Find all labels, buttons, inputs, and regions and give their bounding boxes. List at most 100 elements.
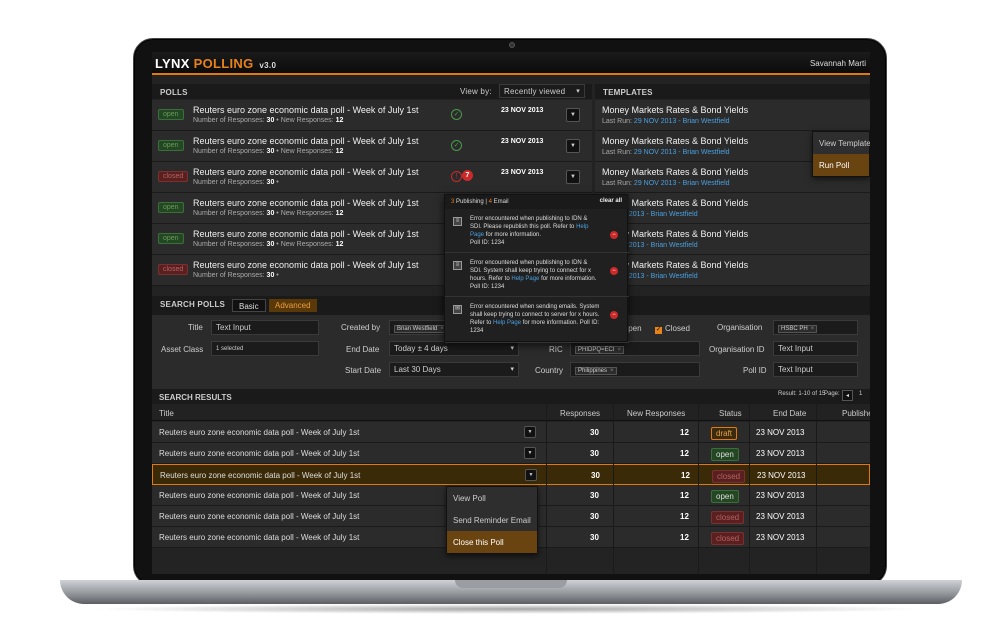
result-title[interactable]: Reuters euro zone economic data poll - W… — [159, 512, 359, 521]
end-date-select[interactable]: Today ± 4 days — [389, 341, 519, 356]
tab-basic[interactable]: Basic — [232, 299, 266, 312]
status-badge: closed — [158, 171, 189, 182]
country-chip[interactable]: Philippines × — [575, 367, 617, 375]
poll-title[interactable]: Reuters euro zone economic data poll - W… — [193, 105, 418, 115]
view-by-select[interactable]: Recently viewed — [499, 84, 585, 98]
poll-title[interactable]: Reuters euro zone economic data poll - W… — [193, 198, 418, 208]
result-title[interactable]: Reuters euro zone economic data poll - W… — [159, 533, 359, 542]
last-run-user[interactable]: Brian Westfield — [651, 273, 698, 280]
poll-title[interactable]: Reuters euro zone economic data poll - W… — [193, 260, 418, 270]
row-menu-button[interactable]: ▼ — [566, 170, 580, 184]
error-count-badge[interactable]: 7 — [462, 170, 473, 181]
row-menu-button[interactable]: ▼ — [566, 108, 580, 122]
start-date-select[interactable]: Last 30 Days — [389, 362, 519, 377]
col-responses[interactable]: Responses — [560, 409, 600, 418]
menu-view-poll[interactable]: View Poll — [447, 487, 537, 509]
template-title[interactable]: Money Markets Rates & Bond Yields — [602, 167, 748, 177]
poll-subtitle: Number of Responses: 30 • New Responses:… — [193, 148, 344, 155]
poll-id-input[interactable]: Text Input — [773, 362, 858, 377]
poll-row[interactable]: open Reuters euro zone economic data pol… — [152, 100, 592, 131]
row-menu-button[interactable]: ▼ — [525, 469, 537, 481]
template-row[interactable]: Money Markets Rates & Bond Yields 29 NOV… — [595, 224, 870, 255]
result-title[interactable]: Reuters euro zone economic data poll - W… — [160, 471, 360, 480]
asset-class-input[interactable]: 1 selected — [211, 341, 319, 356]
last-run-user[interactable]: Brian Westfield — [683, 149, 730, 156]
row-menu-button[interactable]: ▼ — [566, 139, 580, 153]
title-input[interactable]: Text Input — [211, 320, 319, 335]
dismiss-icon[interactable]: − — [610, 311, 618, 319]
notification-message: Error encountered when publishing to IDN… — [470, 216, 588, 230]
last-run-user[interactable]: Brian Westfield — [651, 211, 698, 218]
error-icon[interactable]: ! — [451, 171, 462, 182]
chip-close-icon[interactable]: × — [618, 347, 622, 353]
chip-close-icon[interactable]: × — [811, 326, 815, 332]
row-menu-button[interactable]: ▼ — [524, 426, 536, 438]
email-count: 4 — [488, 199, 492, 205]
result-end-date: 23 NOV 2013 — [756, 491, 805, 500]
menu-view-template[interactable]: View Template — [813, 132, 870, 154]
poll-title[interactable]: Reuters euro zone economic data poll - W… — [193, 136, 418, 146]
template-row[interactable]: Money Markets Rates & Bond Yields 29 NOV… — [595, 255, 870, 286]
page-number[interactable]: 1 — [859, 391, 862, 397]
result-title[interactable]: Reuters euro zone economic data poll - W… — [159, 491, 359, 500]
created-by-chip[interactable]: Brian Westfield × — [394, 325, 447, 333]
status-badge: closed — [711, 511, 745, 524]
template-context-menu: View Template Run Poll — [812, 131, 870, 177]
poll-title[interactable]: Reuters euro zone economic data poll - W… — [193, 167, 418, 177]
laptop-base — [60, 580, 962, 604]
checkbox-checked-icon[interactable]: ✓ — [655, 327, 662, 334]
organisation-input[interactable]: HSBC PH × — [773, 320, 858, 335]
chip-close-icon[interactable]: × — [610, 368, 614, 374]
table-row[interactable]: Reuters euro zone economic data poll - W… — [152, 443, 870, 464]
help-page-link[interactable]: Help Page — [493, 320, 521, 326]
menu-send-reminder[interactable]: Send Reminder Email — [447, 509, 537, 531]
table-row[interactable]: Reuters euro zone economic data poll - W… — [152, 464, 870, 485]
responses-count: 30 — [266, 241, 275, 248]
poll-subtitle: Number of Responses: 30 • New Responses:… — [193, 241, 344, 248]
email-label[interactable]: Email — [494, 199, 509, 205]
last-run-user[interactable]: Brian Westfield — [683, 180, 730, 187]
created-by-chip-text: Brian Westfield — [397, 326, 438, 332]
clear-all-link[interactable]: clear all — [600, 198, 622, 204]
row-menu-button[interactable]: ▼ — [524, 447, 536, 459]
organisation-chip[interactable]: HSBC PH × — [778, 325, 818, 333]
poll-title[interactable]: Reuters euro zone economic data poll - W… — [193, 229, 418, 239]
dismiss-icon[interactable]: − — [610, 267, 618, 275]
status-badge: open — [711, 448, 739, 461]
template-row[interactable]: Money Markets Rates & Bond Yields Last R… — [595, 100, 870, 131]
publishing-label[interactable]: Publishing — [456, 199, 484, 205]
last-run-user[interactable]: Brian Westfield — [651, 242, 698, 249]
template-title[interactable]: Money Markets Rates & Bond Yields — [602, 136, 748, 146]
responses-label: Number of Responses: — [193, 117, 265, 124]
col-end-date[interactable]: End Date — [773, 409, 806, 418]
responses-label: Number of Responses: — [193, 272, 265, 279]
col-new-responses[interactable]: New Responses — [627, 409, 685, 418]
country-input[interactable]: Philippines × — [570, 362, 700, 377]
poll-row[interactable]: open Reuters euro zone economic data pol… — [152, 131, 592, 162]
col-published[interactable]: Published O — [842, 409, 870, 418]
ric-chip[interactable]: PHIDPQ=ECI × — [575, 346, 625, 354]
organisation-id-input[interactable]: Text Input — [773, 341, 858, 356]
poll-row[interactable]: closed Reuters euro zone economic data p… — [152, 162, 592, 193]
country-chip-text: Philippines — [578, 368, 608, 374]
menu-run-poll[interactable]: Run Poll — [813, 154, 869, 176]
col-title[interactable]: Title — [159, 409, 174, 418]
help-page-link[interactable]: Help Page — [511, 276, 539, 282]
tab-advanced[interactable]: Advanced — [269, 299, 317, 312]
result-title[interactable]: Reuters euro zone economic data poll - W… — [159, 449, 359, 458]
last-run-user[interactable]: Brian Westfield — [683, 118, 730, 125]
app-logo[interactable]: LYNX POLLING v3.0 — [155, 56, 276, 71]
table-row[interactable]: Reuters euro zone economic data poll - W… — [152, 422, 870, 443]
prev-page-icon[interactable]: ◂ — [842, 390, 853, 401]
closed-option[interactable]: ✓ Closed — [655, 324, 690, 334]
template-title[interactable]: Money Markets Rates & Bond Yields — [602, 105, 748, 115]
dismiss-icon[interactable]: − — [610, 231, 618, 239]
ric-input[interactable]: PHIDPQ=ECI × — [570, 341, 700, 356]
document-icon: ≡ — [453, 217, 462, 226]
menu-close-poll[interactable]: Close this Poll — [447, 531, 537, 553]
result-title[interactable]: Reuters euro zone economic data poll - W… — [159, 428, 359, 437]
template-row[interactable]: Money Markets Rates & Bond Yields 29 NOV… — [595, 193, 870, 224]
col-status[interactable]: Status — [719, 409, 742, 418]
user-name[interactable]: Savannah Marti — [810, 59, 866, 68]
laptop-shadow — [90, 604, 930, 614]
